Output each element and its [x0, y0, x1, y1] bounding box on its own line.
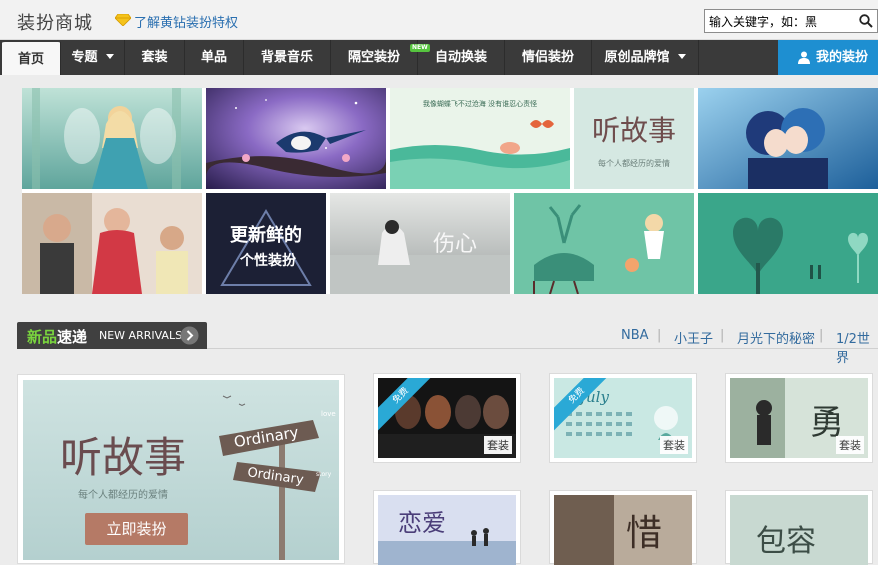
love-beach-image: 恋爱 [378, 495, 516, 565]
main-nav: 首页 专题 套装 单品 背景音乐 隔空装扮 NEW 自动换装 情侣装扮 原创品牌馆 [0, 40, 878, 75]
story-love-image: 听故事 每个人都经历的爱情 [574, 88, 694, 189]
kiss-anime-image [698, 88, 878, 189]
my-dress-button[interactable]: 我的装扮 [778, 40, 878, 75]
new-arrivals-subtitle: NEW ARRIVALS [99, 329, 183, 342]
banner-tile-sad-heart[interactable]: 伤心 [330, 193, 510, 294]
yellow-diamond-icon [115, 14, 131, 26]
tab-topics[interactable]: 专题 [61, 40, 125, 75]
banner-grid: 我像蝴蝶飞不过沧海 没有谁忍心责怪 听故事 每个人都经历的爱情 更新鲜的 个性装… [22, 88, 878, 294]
tag-link-half-world[interactable]: 1/2世界 [836, 328, 878, 366]
brand-title: 装扮商城 [17, 13, 93, 34]
tab-auto-change-label: 自动换装 [434, 50, 487, 65]
suit-label: 套装 [836, 436, 864, 454]
banner-tile-deer-girl[interactable] [514, 193, 694, 294]
banner-tile-fresh-style[interactable]: 更新鲜的 个性装扮 [206, 193, 326, 294]
chevron-right-icon[interactable] [180, 326, 199, 345]
fairy-girl-image [22, 88, 202, 189]
tab-background-music-label: 背景音乐 [260, 50, 313, 65]
chevron-down-icon [105, 54, 114, 59]
tolerance-image: 包容 [730, 495, 868, 565]
search-icon[interactable] [859, 14, 873, 28]
user-icon [798, 51, 810, 64]
sign-small-text-1: love [321, 410, 336, 418]
tab-suits[interactable]: 套装 [125, 40, 185, 75]
tab-couple-dress-label: 情侣装扮 [521, 50, 574, 65]
product-thumbnail: 勇 套装 [730, 378, 868, 458]
cherish-image: 惜 [554, 495, 692, 565]
product-card[interactable]: 包容 [725, 490, 873, 565]
banner-tile-magpie-night[interactable] [206, 88, 386, 189]
banner-tile-kiss-anime[interactable] [698, 88, 878, 189]
product-card[interactable]: 勇 套装 [725, 373, 873, 463]
banner-tile-story-love[interactable]: 听故事 每个人都经历的爱情 [574, 88, 694, 189]
featured-title: 听故事 [60, 433, 186, 482]
fresh-style-subtitle: 个性装扮 [239, 252, 297, 269]
apply-now-button[interactable]: 立即装扮 [85, 513, 188, 545]
suit-label: 套装 [660, 436, 688, 454]
search-box [704, 9, 878, 33]
product-card[interactable]: 恋爱 [373, 490, 521, 565]
butterfly-lake-caption: 我像蝴蝶飞不过沧海 没有谁忍心责怪 [423, 99, 537, 108]
story-love-subtitle: 每个人都经历的爱情 [598, 158, 670, 168]
sad-heart-image: 伤心 [330, 193, 510, 294]
product-thumbnail: 包容 [730, 495, 868, 565]
tab-single-items-label: 单品 [200, 50, 227, 65]
tag-link-nba[interactable]: NBA [621, 328, 649, 343]
tab-home-label: 首页 [17, 52, 44, 67]
banner-tile-stars-photo[interactable] [22, 193, 202, 294]
tab-original-brands-label: 原创品牌馆 [604, 50, 670, 65]
tab-topics-label: 专题 [71, 50, 98, 65]
tab-background-music[interactable]: 背景音乐 [244, 40, 331, 75]
yellow-diamond-privilege-link[interactable]: 了解黄钻装扮特权 [134, 12, 238, 31]
featured-theme-card[interactable]: 听故事 每个人都经历的爱情 Ordinary Ordinary love sto… [17, 374, 345, 564]
product-card[interactable]: 惜 [549, 490, 697, 565]
heart-tree-image [698, 193, 878, 294]
product-thumbnail: July 免费 套装 [554, 378, 692, 458]
new-arrivals-title: 新品速递 [27, 326, 87, 347]
new-arrivals-title-b: 速递 [57, 328, 88, 346]
love-beach-glyph: 恋爱 [398, 509, 446, 537]
banner-tile-fairy-girl[interactable] [22, 88, 202, 189]
tag-separator: | [819, 328, 824, 343]
product-thumbnail: 免费 套装 [378, 378, 516, 458]
tab-remote-dress-label: 隔空装扮 [347, 50, 400, 65]
new-arrivals-title-a: 新品 [27, 328, 58, 346]
sad-heart-title: 伤心 [433, 232, 477, 257]
sign-small-text-2: story [316, 471, 332, 478]
product-card[interactable]: 免费 套装 [373, 373, 521, 463]
fresh-style-image: 更新鲜的 个性装扮 [206, 193, 326, 294]
top-header: 装扮商城 了解黄钻装扮特权 [0, 0, 878, 40]
tab-home[interactable]: 首页 [2, 40, 61, 75]
deer-girl-image [514, 193, 694, 294]
fresh-style-title: 更新鲜的 [230, 224, 302, 246]
product-thumbnail: 惜 [554, 495, 692, 565]
product-thumbnail: 恋爱 [378, 495, 516, 565]
tab-couple-dress[interactable]: 情侣装扮 [505, 40, 592, 75]
new-arrivals-header: 新品速递 NEW ARRIVALS [17, 322, 207, 349]
tag-separator: | [657, 328, 662, 343]
featured-subtitle: 每个人都经历的爱情 [78, 488, 168, 501]
search-input[interactable] [705, 10, 850, 32]
my-dress-label: 我的装扮 [816, 50, 869, 65]
banner-tile-butterfly-lake[interactable]: 我像蝴蝶飞不过沧海 没有谁忍心责怪 [390, 88, 570, 189]
tab-original-brands[interactable]: 原创品牌馆 [592, 40, 699, 75]
suit-label: 套装 [484, 436, 512, 454]
cherish-glyph: 惜 [626, 513, 662, 554]
tolerance-glyph: 包容 [756, 524, 816, 559]
magpie-night-image [206, 88, 386, 189]
tab-single-items[interactable]: 单品 [185, 40, 244, 75]
banner-tile-heart-tree[interactable] [698, 193, 878, 294]
tag-link-moonlight-secret[interactable]: 月光下的秘密 [737, 328, 815, 347]
story-love-title: 听故事 [592, 114, 676, 147]
chevron-down-icon [677, 54, 686, 59]
tab-suits-label: 套装 [141, 50, 168, 65]
tab-auto-change[interactable]: 自动换装 [418, 40, 505, 75]
tag-separator: | [720, 328, 725, 343]
tab-remote-dress[interactable]: 隔空装扮 NEW [331, 40, 430, 75]
product-card[interactable]: July 免费 套装 [549, 373, 697, 463]
stars-photo-image [22, 193, 202, 294]
tag-link-little-prince[interactable]: 小王子 [674, 328, 713, 347]
butterfly-lake-image: 我像蝴蝶飞不过沧海 没有谁忍心责怪 [390, 88, 570, 189]
